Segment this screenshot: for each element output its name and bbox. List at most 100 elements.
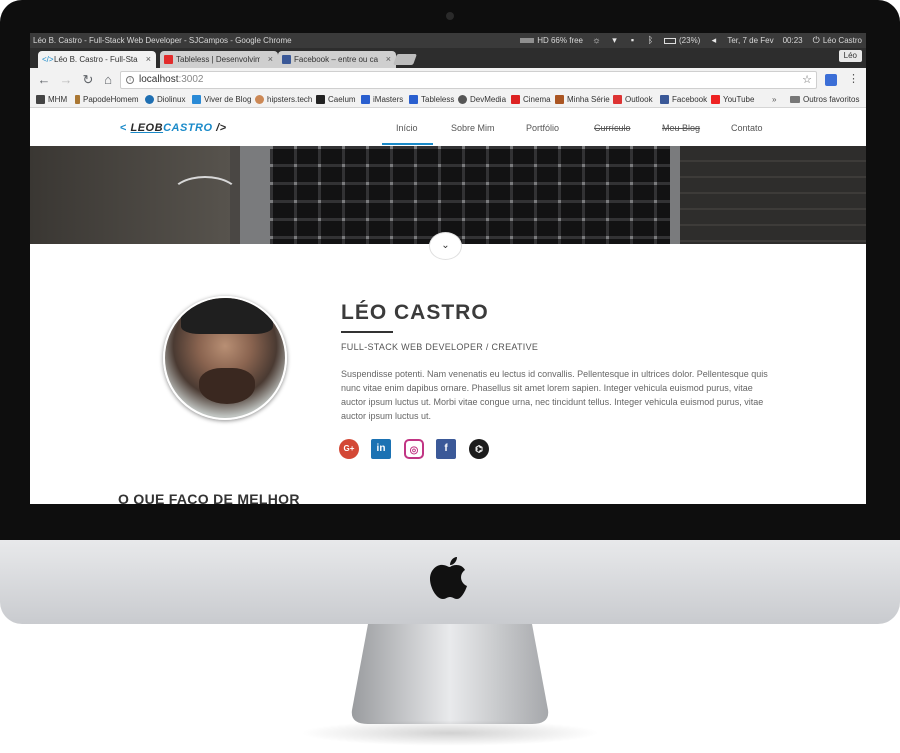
disk-usage-bar <box>520 38 535 44</box>
new-tab-button[interactable] <box>392 54 418 65</box>
avatar-beard <box>199 368 255 404</box>
bookmark-item[interactable]: Outlook <box>613 92 653 108</box>
tab-leo-castro[interactable]: </> Léo B. Castro - Full-Stack × <box>38 51 156 68</box>
bookmark-item[interactable]: PapodeHomem <box>75 92 139 108</box>
tab-facebook[interactable]: Facebook – entre ou ca × <box>278 51 396 68</box>
profile-bio: Suspendisse potenti. Nam venenatis eu le… <box>341 369 768 421</box>
info-icon[interactable]: i <box>126 76 134 84</box>
mhm-icon <box>36 95 45 105</box>
caelum-icon <box>316 95 325 105</box>
bookmark-item[interactable]: Caelum <box>316 92 356 108</box>
close-icon[interactable]: × <box>268 51 273 68</box>
os-top-bar: Léo B. Castro - Full-Stack Web Developer… <box>30 33 866 48</box>
forward-arrow-icon[interactable]: → <box>58 72 74 88</box>
tab-strip: </> Léo B. Castro - Full-Stack × Tablele… <box>30 48 866 68</box>
youtube-icon <box>711 95 720 105</box>
avatar-cap <box>181 298 273 334</box>
battery-icon <box>664 37 676 44</box>
hipsters-icon <box>255 95 264 105</box>
battery-status[interactable]: (23%) <box>664 33 700 48</box>
github-icon[interactable]: ⌬ <box>469 439 489 459</box>
apple-logo-icon <box>430 557 467 599</box>
avatar <box>163 296 287 420</box>
bookmark-item[interactable]: Viver de Blog <box>192 92 251 108</box>
bookmark-star-icon[interactable]: ☆ <box>802 72 812 88</box>
nav-sobre-mim[interactable]: Sobre Mim <box>451 123 495 133</box>
close-icon[interactable]: × <box>386 51 391 68</box>
bookmark-label: iMasters <box>373 95 404 104</box>
bookmark-item[interactable]: iMasters <box>361 92 403 108</box>
chevron-down-icon: ⌄ <box>441 240 450 251</box>
volume-icon[interactable]: ◂ <box>709 36 718 45</box>
window-title: Léo B. Castro - Full-Stack Web Developer… <box>33 36 292 45</box>
extension-icon[interactable] <box>825 74 837 86</box>
linkedin-icon[interactable]: in <box>371 439 391 459</box>
facebook-favicon-icon <box>282 55 291 64</box>
user-name: Léo Castro <box>822 36 862 45</box>
bluetooth-icon[interactable]: ᛒ <box>646 36 655 45</box>
tab-title: Facebook – entre ou ca <box>294 55 378 64</box>
name-divider <box>341 331 393 333</box>
nav-portfolio[interactable]: Portfólio <box>526 123 559 133</box>
camera-icon <box>446 12 454 20</box>
close-icon[interactable]: × <box>146 51 151 68</box>
bookmark-item[interactable]: MHM <box>36 92 67 108</box>
nav-inicio[interactable]: Início <box>396 123 418 133</box>
tableless-icon <box>409 95 418 105</box>
other-bookmarks-folder[interactable]: Outros favoritos <box>790 92 859 108</box>
facebook-icon <box>660 95 669 105</box>
stand-shadow <box>300 720 600 746</box>
bookmarks-overflow-button[interactable]: » <box>772 92 776 108</box>
wifi-icon[interactable]: ▾ <box>610 36 619 45</box>
bookmark-label: PapodeHomem <box>83 95 139 104</box>
profile-button[interactable]: Léo <box>838 50 862 62</box>
outlook-icon <box>613 95 622 105</box>
hero-banner <box>30 146 866 244</box>
bookmark-item[interactable]: Diolinux <box>145 92 185 108</box>
tab-title: Léo B. Castro - Full-Stack <box>54 55 138 64</box>
hero-cable <box>170 176 240 216</box>
bookmark-item[interactable]: DevMedia <box>458 92 506 108</box>
bookmark-item[interactable]: Facebook <box>660 92 707 108</box>
google-plus-icon[interactable]: G+ <box>339 439 359 459</box>
bookmark-label: hipsters.tech <box>267 95 313 104</box>
nav-curriculo[interactable]: Currículo <box>594 123 631 133</box>
bookmark-label: Minha Série <box>567 95 610 104</box>
bookmark-item[interactable]: Tableless <box>409 92 454 108</box>
imac-chin <box>0 540 900 624</box>
diolinux-icon <box>145 95 154 105</box>
bookmark-item[interactable]: YouTube <box>711 92 754 108</box>
bookmark-item[interactable]: Minha Série <box>555 92 610 108</box>
menu-icon[interactable]: ⋮ <box>848 72 859 85</box>
os-date[interactable]: Ter, 7 de Fev <box>727 33 773 48</box>
brightness-icon[interactable]: ☼ <box>592 36 601 45</box>
keyboard-layout-icon[interactable]: ▪ <box>628 36 637 45</box>
address-bar[interactable]: i localhost:3002 ☆ <box>120 71 817 89</box>
logo-last: CASTRO <box>163 122 213 134</box>
profile-role: FULL-STACK WEB DEVELOPER / CREATIVE <box>341 342 539 352</box>
folder-icon <box>790 96 800 104</box>
bookmark-item[interactable]: Cinema <box>511 92 551 108</box>
nav-meu-blog[interactable]: Meu Blog <box>662 123 700 133</box>
tab-title: Tableless | Desenvolvim <box>176 55 260 64</box>
browser-screen: Léo B. Castro - Full-Stack Web Developer… <box>30 33 866 504</box>
tab-tableless[interactable]: Tableless | Desenvolvim × <box>160 51 278 68</box>
site-logo[interactable]: < LEOBCASTRO /> <box>120 122 227 134</box>
bookmark-item[interactable]: hipsters.tech <box>255 92 312 108</box>
logo-first: LEOB <box>130 122 164 134</box>
system-tray: HD 66% free ☼ ▾ ▪ ᛒ (23%) ◂ Ter, 7 de Fe… <box>520 33 862 48</box>
nav-contato[interactable]: Contato <box>731 123 763 133</box>
site-header: < LEOBCASTRO /> Início Sobre Mim Portfól… <box>30 109 866 146</box>
disk-status[interactable]: HD 66% free <box>520 33 583 48</box>
bookmark-label: Cinema <box>523 95 551 104</box>
user-menu[interactable]: ⏻ Léo Castro <box>812 33 862 48</box>
os-clock[interactable]: 00:23 <box>783 33 803 48</box>
home-icon[interactable]: ⌂ <box>100 72 116 88</box>
instagram-icon[interactable]: ◎ <box>404 439 424 459</box>
reload-icon[interactable]: ↻ <box>80 72 96 88</box>
bookmark-label: MHM <box>48 95 68 104</box>
back-arrow-icon[interactable]: ← <box>36 72 52 88</box>
imac-mockup: Léo B. Castro - Full-Stack Web Developer… <box>0 0 900 753</box>
facebook-icon[interactable]: f <box>436 439 456 459</box>
scroll-down-button[interactable]: ⌄ <box>429 232 462 260</box>
